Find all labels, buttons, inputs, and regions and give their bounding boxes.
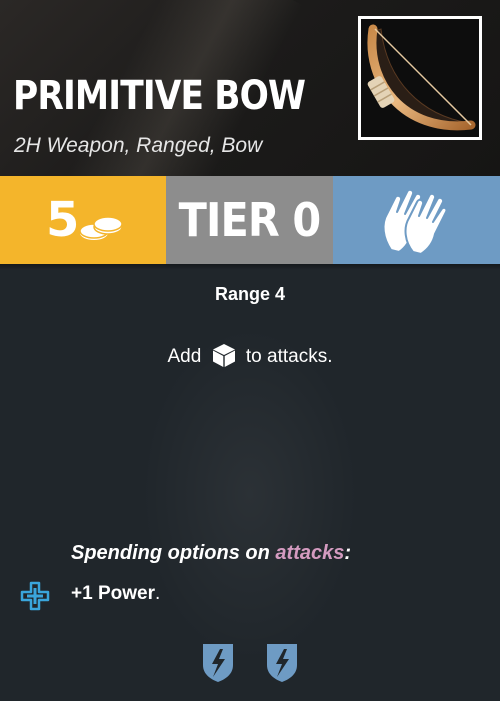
bow-icon xyxy=(367,24,476,131)
spending-options-heading: Spending options on attacks: xyxy=(71,542,351,565)
card-header: PRIMITIVE BOW 2H Weapon, Ranged, Bow xyxy=(0,0,500,176)
background-smoke xyxy=(140,324,360,664)
surge-icon xyxy=(267,644,297,682)
coins-icon xyxy=(79,216,123,240)
spend-option-power: +1 Power. xyxy=(71,583,160,605)
spend-heading-suffix: : xyxy=(344,542,352,564)
spend-heading-prefix: Spending options on xyxy=(71,542,276,564)
card-subtitle: 2H Weapon, Ranged, Bow xyxy=(14,134,263,157)
tier-stat: TIER 0 xyxy=(166,176,333,264)
spend-heading-keyword: attacks xyxy=(275,542,345,564)
spend-option-text: +1 Power xyxy=(71,583,155,604)
item-portrait xyxy=(358,16,482,140)
cross-plus-icon xyxy=(20,581,50,611)
item-card: PRIMITIVE BOW 2H Weapon, Ranged, Bow 5 T… xyxy=(0,0,500,701)
effect-suffix: to attacks. xyxy=(245,346,333,367)
body-top-shade xyxy=(0,264,500,270)
stat-bar: 5 TIER 0 xyxy=(0,176,500,264)
card-body: Range 4 Add to attacks. Spending options… xyxy=(0,264,500,701)
cost-stat: 5 xyxy=(0,176,166,264)
card-title: PRIMITIVE BOW xyxy=(13,73,306,119)
hands-stat xyxy=(333,176,500,264)
die-cube-icon xyxy=(212,344,235,367)
spend-option-end: . xyxy=(154,583,161,604)
tier-label: TIER 0 xyxy=(178,193,322,247)
surge-icon xyxy=(203,644,233,682)
cost-value: 5 xyxy=(46,192,80,248)
effect-prefix: Add xyxy=(167,346,202,367)
range-text: Range 4 xyxy=(214,284,286,304)
two-hands-icon xyxy=(382,188,448,255)
effect-text: Add to attacks. xyxy=(0,342,500,368)
